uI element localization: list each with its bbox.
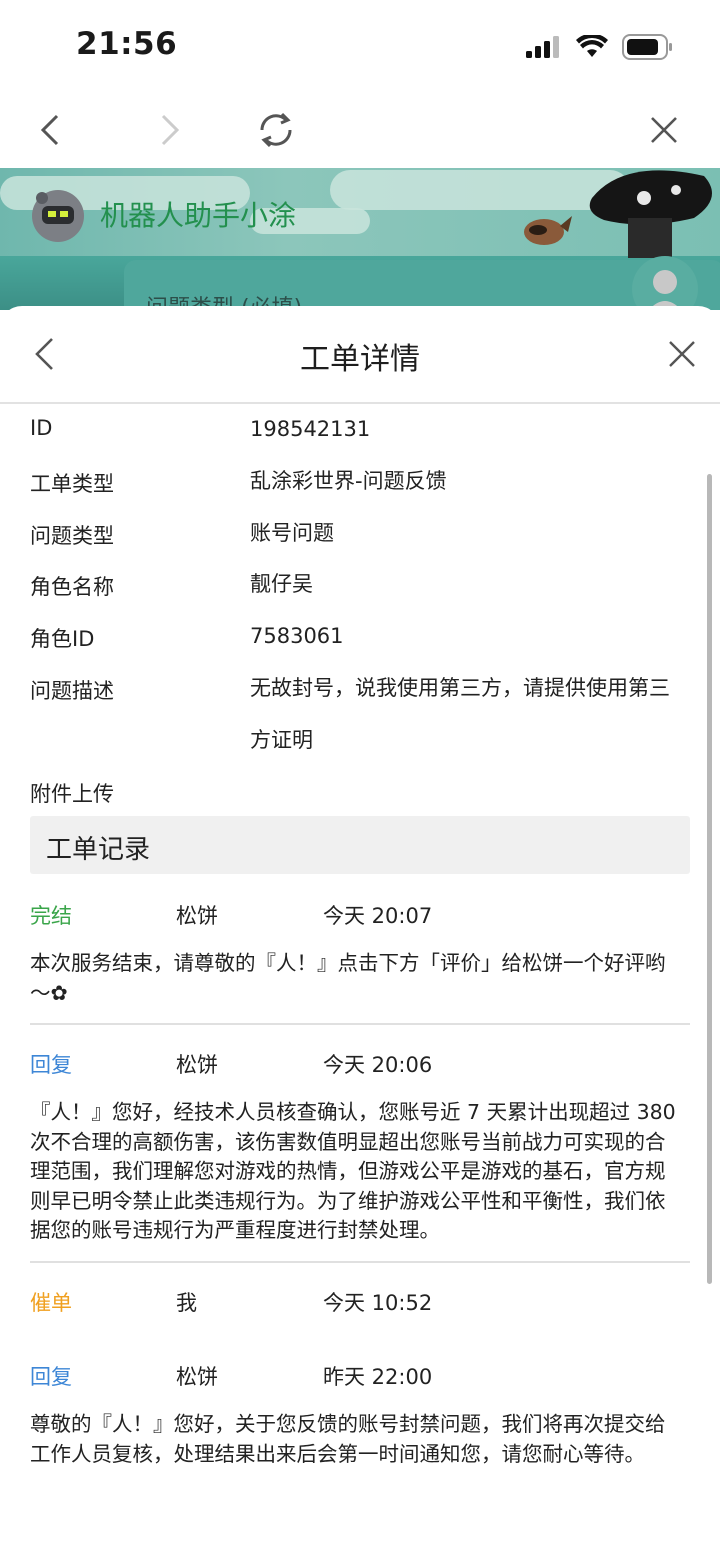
record-author: 松饼 — [176, 904, 218, 928]
forward-button[interactable] — [148, 108, 192, 152]
refresh-button[interactable] — [254, 108, 298, 152]
record-body: 『人！』您好，经技术人员核查确认，您账号近 7 天累计出现超过 380 次不合理… — [30, 1100, 676, 1242]
status-bar: 21:56 — [0, 0, 720, 90]
close-browser-button[interactable] — [642, 108, 686, 152]
section-title: 工单记录 — [46, 835, 151, 865]
record-author: 我 — [176, 1291, 197, 1315]
page-title: 工单详情 — [300, 342, 420, 377]
avatar — [632, 256, 698, 310]
record-status: 完结 — [30, 904, 72, 928]
record-status: 回复 — [30, 1365, 72, 1389]
field-label: 附件上传 — [30, 782, 114, 806]
record-header: 催单 我 今天 10:52 — [30, 1287, 690, 1317]
browser-toolbar — [0, 90, 720, 168]
field-value: 账号问题 — [250, 521, 334, 545]
field-value: 7583061 — [250, 624, 344, 648]
refresh-icon — [260, 112, 292, 148]
signal-icon — [526, 36, 559, 58]
record-author: 松饼 — [176, 1053, 218, 1077]
raccoon-mascot-icon — [524, 216, 572, 245]
field-value: 乱涂彩世界-问题反馈 — [250, 469, 447, 493]
record-body: 本次服务结束，请尊敬的『人！』点击下方「评价」给松饼一个好评哟～✿ — [30, 951, 666, 1005]
field-value: 198542131 — [250, 417, 371, 441]
record-time: 今天 20:07 — [323, 904, 433, 928]
divider — [30, 1023, 690, 1025]
mushroom-mascot-icon — [589, 170, 712, 258]
divider — [30, 1261, 690, 1263]
field-label: 问题类型 — [30, 524, 114, 548]
chevron-left-icon — [40, 114, 59, 146]
field-value: 无故封号，说我使用第三方，请提供使用第三方证明 — [250, 676, 670, 752]
record-status: 回复 — [30, 1053, 72, 1077]
record-time: 今天 10:52 — [323, 1291, 433, 1315]
user-icon — [648, 270, 682, 310]
record-time: 昨天 22:00 — [323, 1365, 433, 1389]
status-icons — [526, 32, 674, 62]
record-header: 完结 松饼 今天 20:07 — [30, 900, 690, 930]
battery-icon — [622, 34, 672, 60]
sheet-close-button[interactable] — [660, 332, 704, 376]
ticket-detail-sheet: 工单详情 ID 198542131 工单类型 乱涂彩世界-问题反馈 问题类型 账… — [0, 306, 720, 1558]
record-time: 今天 20:06 — [323, 1053, 433, 1077]
field-label: 角色ID — [30, 627, 95, 651]
field-label: 问题描述 — [30, 679, 114, 703]
field-label: ID — [30, 416, 53, 440]
record-status: 催单 — [30, 1291, 72, 1315]
assistant-banner: 机器人助手小涂 问题类型 (必填) — [0, 168, 720, 310]
scrollbar[interactable] — [707, 474, 712, 1284]
field-value: 靓仔吴 — [250, 572, 313, 596]
record-header: 回复 松饼 今天 20:06 — [30, 1049, 690, 1079]
records-section-header: 工单记录 — [30, 816, 690, 874]
field-label: 工单类型 — [30, 472, 114, 496]
record-author: 松饼 — [176, 1365, 218, 1389]
status-time: 21:56 — [76, 26, 178, 62]
back-button[interactable] — [28, 108, 72, 152]
wifi-icon — [576, 35, 608, 57]
sheet-header: 工单详情 — [0, 306, 720, 404]
robot-mascot-icon — [32, 190, 84, 242]
field-label: 角色名称 — [30, 575, 114, 599]
banner-title: 机器人助手小涂 — [100, 199, 297, 232]
close-icon — [669, 341, 695, 367]
chevron-right-icon — [161, 114, 180, 146]
record-header: 回复 松饼 昨天 22:00 — [30, 1361, 690, 1391]
record-body: 尊敬的『人！』您好，关于您反馈的账号封禁问题，我们将再次提交给工作人员复核，处理… — [30, 1412, 666, 1466]
close-icon — [651, 117, 677, 143]
